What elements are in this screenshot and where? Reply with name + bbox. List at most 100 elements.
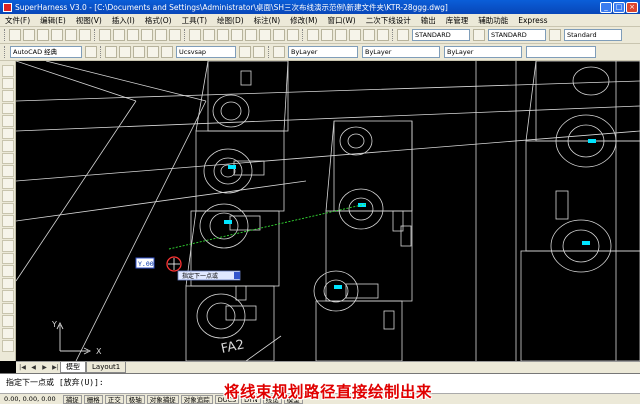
layer-previous-icon[interactable] [239,46,251,58]
polyline-icon[interactable] [1,90,14,102]
preview-icon[interactable] [65,29,77,41]
zoom-realtime-icon[interactable] [203,29,215,41]
harness-tool-icon[interactable] [307,29,319,41]
table-icon[interactable] [1,277,14,289]
menu-view[interactable]: 视图(V) [71,15,107,26]
circle-icon[interactable] [1,140,14,152]
tab-prev-icon[interactable]: ◀ [29,363,38,372]
zoom-window-icon[interactable] [217,29,229,41]
construction-line-icon[interactable] [1,77,14,89]
point-icon[interactable] [1,227,14,239]
gradient-icon[interactable] [1,252,14,264]
status-osnap[interactable]: 对象捕捉 [146,394,179,404]
drawing-canvas[interactable]: Y.00 指定下一点或 FA2 Y X [16,61,640,361]
properties-icon[interactable] [245,29,257,41]
tab-model[interactable]: 模型 [60,362,86,373]
harness-tool-icon[interactable] [363,29,375,41]
workspace-select[interactable]: AutoCAD 经典 [10,46,82,58]
spline-icon[interactable] [1,165,14,177]
status-polar[interactable]: 极轴 [125,394,145,404]
maximize-button[interactable]: □ [613,1,625,13]
layer-lock-icon[interactable] [147,46,159,58]
insert-block-icon[interactable] [1,202,14,214]
layer-color-icon[interactable] [161,46,173,58]
save-icon[interactable] [37,29,49,41]
match-prop-icon[interactable] [141,29,153,41]
dim-style-icon[interactable] [473,29,485,41]
status-ortho[interactable]: 正交 [104,394,124,404]
pan-icon[interactable] [189,29,201,41]
layer-make-current-icon[interactable] [253,46,265,58]
menu-dimension[interactable]: 标注(N) [249,15,285,26]
undo-icon[interactable] [155,29,167,41]
menu-file[interactable]: 文件(F) [0,15,35,26]
tab-layout1[interactable]: Layout1 [86,362,127,373]
layer-on-icon[interactable] [119,46,131,58]
lineweight-select[interactable]: ByLayer [444,46,522,58]
menu-modify[interactable]: 修改(M) [285,15,322,26]
zoom-previous-icon[interactable] [231,29,243,41]
menu-express[interactable]: Express [513,16,552,25]
table-style-icon[interactable] [549,29,561,41]
open-file-icon[interactable] [23,29,35,41]
menu-assist[interactable]: 辅助功能 [473,15,513,26]
table-style-select[interactable]: Standard [564,29,622,41]
status-otrack[interactable]: 对象追踪 [180,394,213,404]
ellipse-icon[interactable] [1,177,14,189]
close-button[interactable]: × [626,1,638,13]
ellipse-arc-icon[interactable] [1,190,14,202]
dim-style-select[interactable]: STANDARD [488,29,546,41]
line-icon[interactable] [1,65,14,77]
menu-edit[interactable]: 编辑(E) [35,15,71,26]
new-file-icon[interactable] [9,29,21,41]
layer-freeze-icon[interactable] [133,46,145,58]
harness-connector-icon[interactable] [1,327,14,339]
tab-last-icon[interactable]: ▶| [51,363,60,372]
workspace-settings-icon[interactable] [85,46,97,58]
make-block-icon[interactable] [1,215,14,227]
plot-style-select[interactable] [526,46,596,58]
color-control-icon[interactable] [273,46,285,58]
hatch-icon[interactable] [1,240,14,252]
harness-branch-icon[interactable] [1,315,14,327]
tool-palette-icon[interactable] [273,29,285,41]
revision-cloud-icon[interactable] [1,152,14,164]
arc-icon[interactable] [1,127,14,139]
tab-first-icon[interactable]: |◀ [18,363,27,372]
paste-icon[interactable] [127,29,139,41]
publish-icon[interactable] [79,29,91,41]
redo-icon[interactable] [169,29,181,41]
harness-tool-icon[interactable] [335,29,347,41]
polygon-icon[interactable] [1,102,14,114]
color-select[interactable]: ByLayer [288,46,358,58]
minimize-button[interactable]: _ [600,1,612,13]
copy-icon[interactable] [113,29,125,41]
harness-tool-icon[interactable] [377,29,389,41]
menu-harness-design[interactable]: 二次下线设计 [361,15,416,26]
text-style-select[interactable]: STANDARD [412,29,470,41]
cut-icon[interactable] [99,29,111,41]
dynamic-input-value[interactable]: Y.00 [138,260,154,268]
harness-tool-icon[interactable] [349,29,361,41]
command-prompt[interactable]: 指定下一点或 [放弃(U)]: [6,377,104,388]
status-grid[interactable]: 栅格 [83,394,103,404]
menu-output[interactable]: 输出 [416,15,441,26]
rectangle-icon[interactable] [1,115,14,127]
mtext-icon[interactable] [1,290,14,302]
status-snap[interactable]: 捕捉 [62,394,82,404]
ucs-select[interactable]: Ucsvsap [176,46,236,58]
menu-library[interactable]: 库管理 [441,15,474,26]
menu-window[interactable]: 窗口(W) [322,15,360,26]
menu-format[interactable]: 格式(O) [140,15,177,26]
menu-insert[interactable]: 插入(I) [107,15,140,26]
text-style-icon[interactable] [397,29,409,41]
help-icon[interactable] [287,29,299,41]
design-center-icon[interactable] [259,29,271,41]
harness-tool-icon[interactable] [321,29,333,41]
menu-tools[interactable]: 工具(T) [177,15,212,26]
layer-manager-icon[interactable] [105,46,117,58]
print-icon[interactable] [51,29,63,41]
tab-next-icon[interactable]: ▶ [40,363,49,372]
linetype-select[interactable]: ByLayer [362,46,440,58]
menu-draw[interactable]: 绘图(D) [212,15,249,26]
